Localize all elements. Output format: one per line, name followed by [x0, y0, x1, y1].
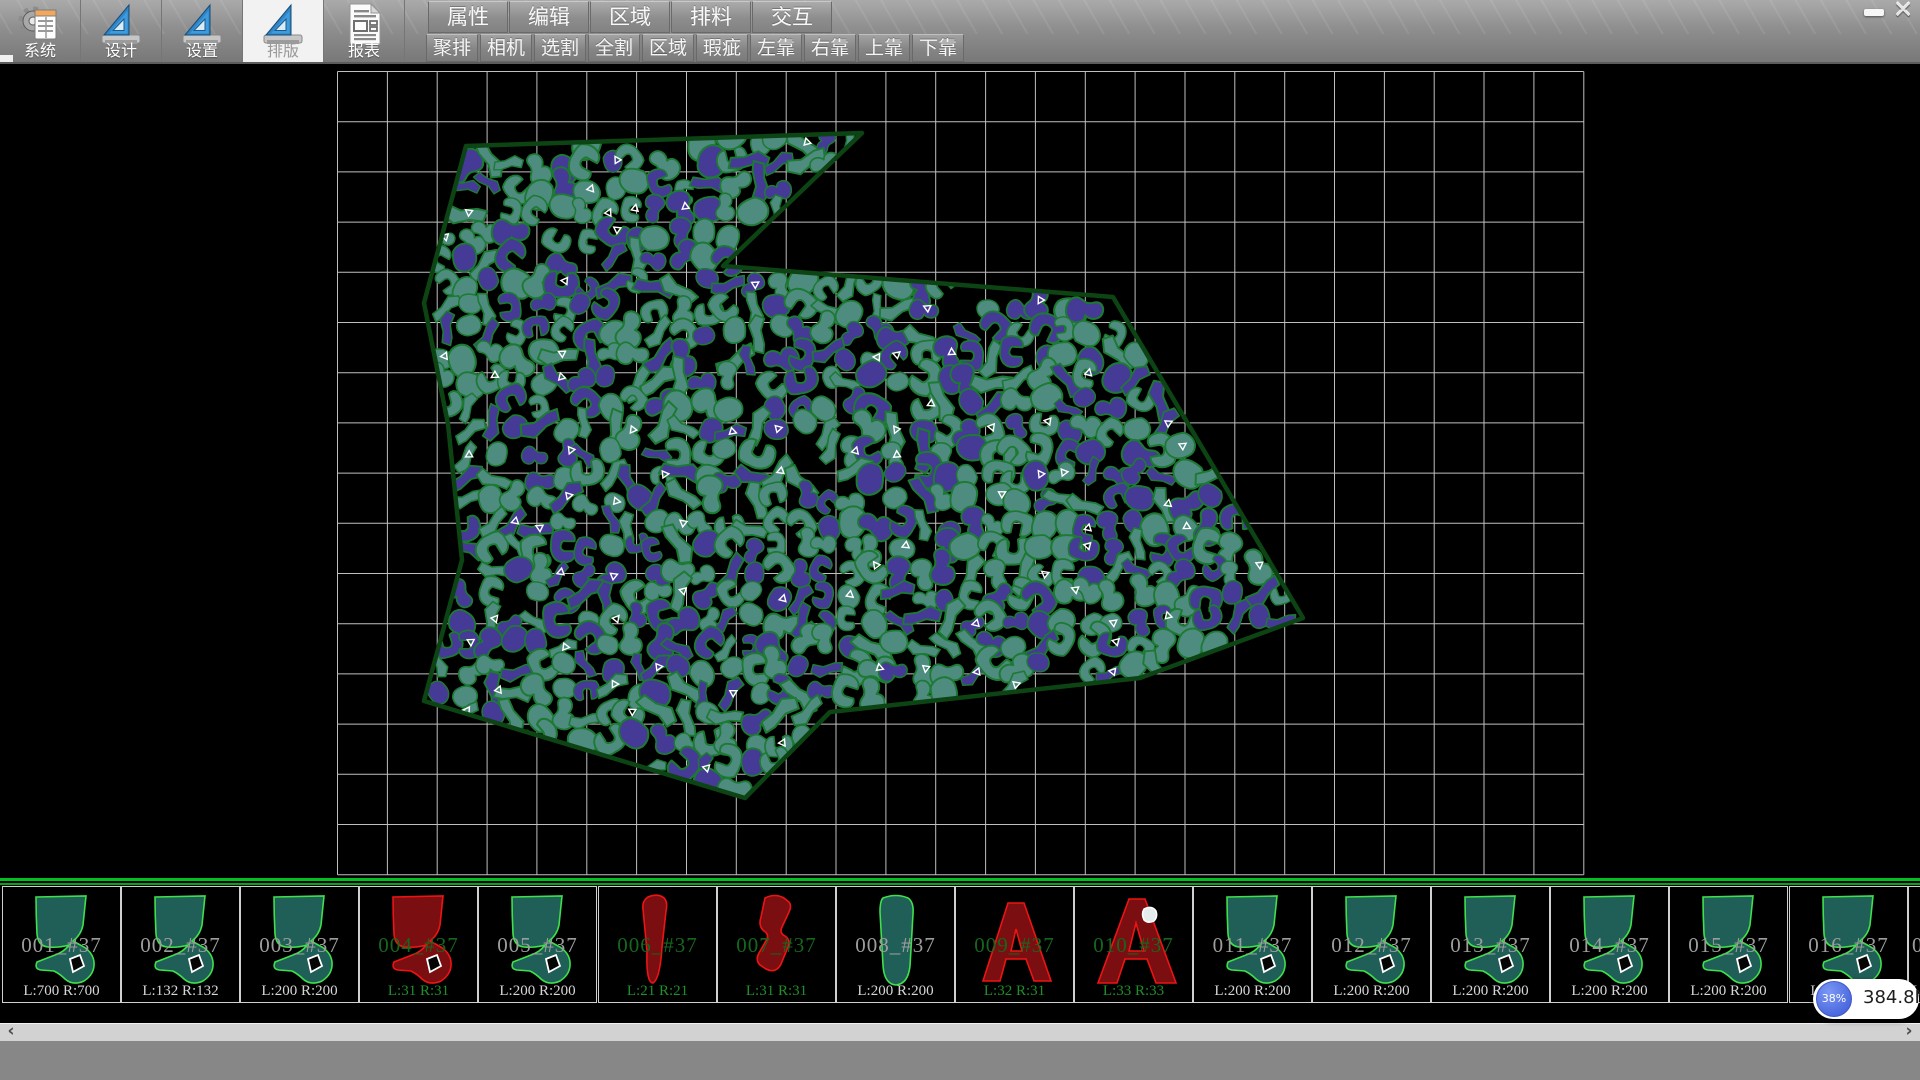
piece-lr-label: L:200 R:200 — [1194, 983, 1311, 1000]
piece-id-label: 015_#37 — [1670, 933, 1787, 958]
piece-lr-label: L:200 R:200 — [479, 983, 596, 1000]
thumbnail-cell-011_#37[interactable]: 011_#37 L:200 R:200 — [1193, 886, 1312, 1003]
piece-id-label: 014_#37 — [1551, 933, 1668, 958]
piece-lr-label: L:200 R:200 — [1551, 983, 1668, 1000]
status-bar — [0, 1041, 1920, 1080]
main-button-系统[interactable]: 系统 — [0, 0, 81, 62]
piece-lr-label: L:31 R:31 — [360, 983, 477, 1000]
memory-percent-badge: 38% — [1816, 981, 1852, 1017]
menu-tab-属性[interactable]: 属性 — [428, 1, 508, 33]
piece-id-label: 007_#37 — [718, 933, 835, 958]
thumbnail-cell-015_#37[interactable]: 015_#37 L:200 R:200 — [1669, 886, 1788, 1003]
piece-lr-label: L:200 R:200 — [1313, 983, 1430, 1000]
piece-lr-label: L:200 R:200 — [241, 983, 358, 1000]
piece-thumbnail-strip: 001_#37L:700 R:700 002_#37L:132 R:132 00… — [0, 878, 1920, 1023]
thumbnail-cell-010_#37[interactable]: 010_#37 L:33 R:33 — [1074, 886, 1193, 1003]
piece-id-label: 009_#37 — [956, 933, 1073, 958]
main-button-label: 设置 — [162, 37, 242, 61]
thumbnail-cell-005_#37[interactable]: 005_#37 L:200 R:200 — [478, 886, 597, 1003]
piece-id-label: 004_#37 — [360, 933, 477, 958]
app-window: 系统 设计 设置 排版 报表 属性编辑区域排料交互 聚排相机选割全割区域瑕疵左靠… — [0, 0, 1920, 1080]
nested-pieces-layer — [423, 116, 1297, 807]
piece-lr-label: L:132 R:132 — [122, 983, 239, 1000]
titlebar: 系统 设计 设置 排版 报表 属性编辑区域排料交互 聚排相机选割全割区域瑕疵左靠… — [0, 0, 1920, 64]
piece-lr-label: L:21 R:21 — [599, 983, 716, 1000]
tool-button-全割[interactable]: 全割 — [588, 34, 640, 62]
thumbnail-cell-008_#37[interactable]: 008_#37 L:200 R:200 — [836, 886, 955, 1003]
thumbnail-cell-012_#37[interactable]: 012_#37 L:200 R:200 — [1312, 886, 1431, 1003]
thumbnail-cell-002_#37[interactable]: 002_#37 L:132 R:132 — [121, 886, 240, 1003]
nesting-canvas-area[interactable] — [0, 64, 1920, 878]
piece-id-label: 0 — [1912, 933, 1920, 958]
toolbar-corner-notch — [0, 55, 13, 62]
piece-lr-label: L:700 R:700 — [3, 983, 120, 1000]
main-button-设置[interactable]: 设置 — [162, 0, 243, 62]
memory-size-label: 384.8M — [1863, 987, 1920, 1008]
piece-id-label: 005_#37 — [479, 933, 596, 958]
thumbnail-cell-006_#37[interactable]: 006_#37 L:21 R:21 — [598, 886, 717, 1003]
main-button-报表[interactable]: 报表 — [324, 0, 405, 62]
tool-button-上靠[interactable]: 上靠 — [858, 34, 910, 62]
thumbnail-cell-013_#37[interactable]: 013_#37 L:200 R:200 — [1431, 886, 1550, 1003]
piece-id-label: 012_#37 — [1313, 933, 1430, 958]
piece-id-label: 002_#37 — [122, 933, 239, 958]
nesting-canvas[interactable] — [0, 64, 1920, 878]
thumbnail-cell-003_#37[interactable]: 003_#37 L:200 R:200 — [240, 886, 359, 1003]
thumbnail-cell-004_#37[interactable]: 004_#37 L:31 R:31 — [359, 886, 478, 1003]
main-button-设计[interactable]: 设计 — [81, 0, 162, 62]
tool-button-相机[interactable]: 相机 — [480, 34, 532, 62]
piece-lr-label: L:200 R:200 — [1670, 983, 1787, 1000]
menu-tab-bar: 属性编辑区域排料交互 — [428, 1, 833, 33]
piece-lr-label: L:200 R:200 — [837, 983, 954, 1000]
tool-button-瑕疵[interactable]: 瑕疵 — [696, 34, 748, 62]
piece-id-label: 013_#37 — [1432, 933, 1549, 958]
main-toolbar: 系统 设计 设置 排版 报表 — [0, 0, 405, 62]
menu-tab-编辑[interactable]: 编辑 — [509, 1, 589, 33]
thumbnail-cell-007_#37[interactable]: 007_#37 L:31 R:31 — [717, 886, 836, 1003]
thumbnail-cell-009_#37[interactable]: 009_#37 L:32 R:31 — [955, 886, 1074, 1003]
piece-id-label: 001_#37 — [3, 933, 120, 958]
piece-id-label: 003_#37 — [241, 933, 358, 958]
main-button-label: 报表 — [324, 37, 404, 61]
main-button-排版[interactable]: 排版 — [243, 0, 324, 62]
minimize-icon[interactable] — [1864, 9, 1884, 16]
close-icon[interactable]: ✕ — [1890, 0, 1916, 22]
tool-button-左靠[interactable]: 左靠 — [750, 34, 802, 62]
thumbnail-cell-001_#37[interactable]: 001_#37 L:700 R:700 — [2, 886, 121, 1003]
tool-button-下靠[interactable]: 下靠 — [912, 34, 964, 62]
piece-id-label: 008_#37 — [837, 933, 954, 958]
main-button-label: 设计 — [81, 37, 161, 61]
thumbnail-cell-014_#37[interactable]: 014_#37 L:200 R:200 — [1550, 886, 1669, 1003]
menu-tab-排料[interactable]: 排料 — [671, 1, 751, 33]
strip-border-line — [0, 883, 1920, 885]
piece-id-label: 006_#37 — [599, 933, 716, 958]
menu-tab-区域[interactable]: 区域 — [590, 1, 670, 33]
piece-lr-label: L:200 R:200 — [1432, 983, 1549, 1000]
piece-id-label: 011_#37 — [1194, 933, 1311, 958]
piece-lr-label: L:32 R:31 — [956, 983, 1073, 1000]
tool-button-选割[interactable]: 选割 — [534, 34, 586, 62]
tool-button-聚排[interactable]: 聚排 — [426, 34, 478, 62]
tool-button-右靠[interactable]: 右靠 — [804, 34, 856, 62]
piece-lr-label: L:33 R:33 — [1075, 983, 1192, 1000]
piece-id-label: 010_#37 — [1075, 933, 1192, 958]
tool-button-区域[interactable]: 区域 — [642, 34, 694, 62]
main-button-label: 排版 — [243, 37, 323, 61]
scroll-right-icon[interactable]: › — [1900, 1024, 1918, 1040]
horizontal-scrollbar[interactable]: ‹ › — [0, 1023, 1920, 1041]
piece-id-label: 016_#37 — [1790, 933, 1907, 958]
memory-usage-widget[interactable]: 38% 384.8M — [1813, 979, 1919, 1019]
scroll-left-icon[interactable]: ‹ — [2, 1024, 20, 1040]
piece-lr-label: L:31 R:31 — [718, 983, 835, 1000]
strip-border-line — [0, 878, 1920, 881]
tool-button-bar: 聚排相机选割全割区域瑕疵左靠右靠上靠下靠 — [426, 34, 966, 62]
menu-tab-交互[interactable]: 交互 — [752, 1, 832, 33]
